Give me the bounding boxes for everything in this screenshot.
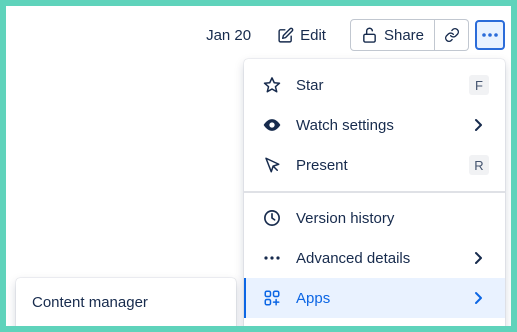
chevron-right-icon (475, 292, 482, 304)
page-toolbar: Jan 20 Edit Share (206, 19, 505, 51)
menu-item-label: Advanced details (296, 249, 411, 267)
menu-item-star[interactable]: Star F (244, 65, 505, 105)
apps-icon (262, 288, 282, 308)
menu-item-apps[interactable]: Apps (244, 278, 505, 318)
chevron-right-icon (475, 119, 482, 131)
menu-item-watch-settings[interactable]: Watch settings (244, 105, 505, 145)
content-manager-item[interactable]: Content manager (32, 294, 148, 311)
edit-button-label: Edit (300, 26, 326, 44)
more-actions-menu: Star F Watch settings Present R Version … (244, 59, 505, 326)
shortcut-key: R (469, 155, 489, 175)
more-horizontal-icon (482, 33, 498, 37)
menu-divider (244, 191, 505, 193)
menu-item-label: Star (296, 76, 324, 94)
content-manager-panel: Content manager (16, 278, 236, 326)
clock-icon (262, 208, 282, 228)
menu-item-present[interactable]: Present R (244, 145, 505, 185)
cursor-icon (262, 155, 282, 175)
share-button-label: Share (383, 26, 424, 44)
share-button-group: Share (349, 19, 469, 51)
last-updated-date: Jan 20 (206, 26, 252, 44)
menu-item-label: Version history (296, 209, 395, 227)
unlock-icon (363, 27, 376, 43)
eye-icon (262, 115, 282, 135)
dots-icon (262, 248, 282, 268)
page-frame: Jan 20 Edit Share Content manager Star F… (6, 6, 511, 326)
star-icon (262, 75, 282, 95)
share-button[interactable]: Share (349, 19, 435, 51)
edit-button[interactable]: Edit (273, 19, 330, 51)
pencil-square-icon (278, 27, 294, 43)
link-icon (444, 28, 459, 42)
chevron-right-icon (475, 252, 482, 264)
menu-item-label: Watch settings (296, 116, 394, 134)
menu-item-version-history[interactable]: Version history (244, 198, 505, 238)
shortcut-key: F (469, 75, 489, 95)
menu-item-advanced-details[interactable]: Advanced details (244, 238, 505, 278)
copy-link-button[interactable] (435, 19, 469, 51)
menu-item-label: Apps (296, 289, 331, 307)
more-actions-button[interactable] (475, 20, 505, 50)
menu-item-label: Present (296, 156, 348, 174)
